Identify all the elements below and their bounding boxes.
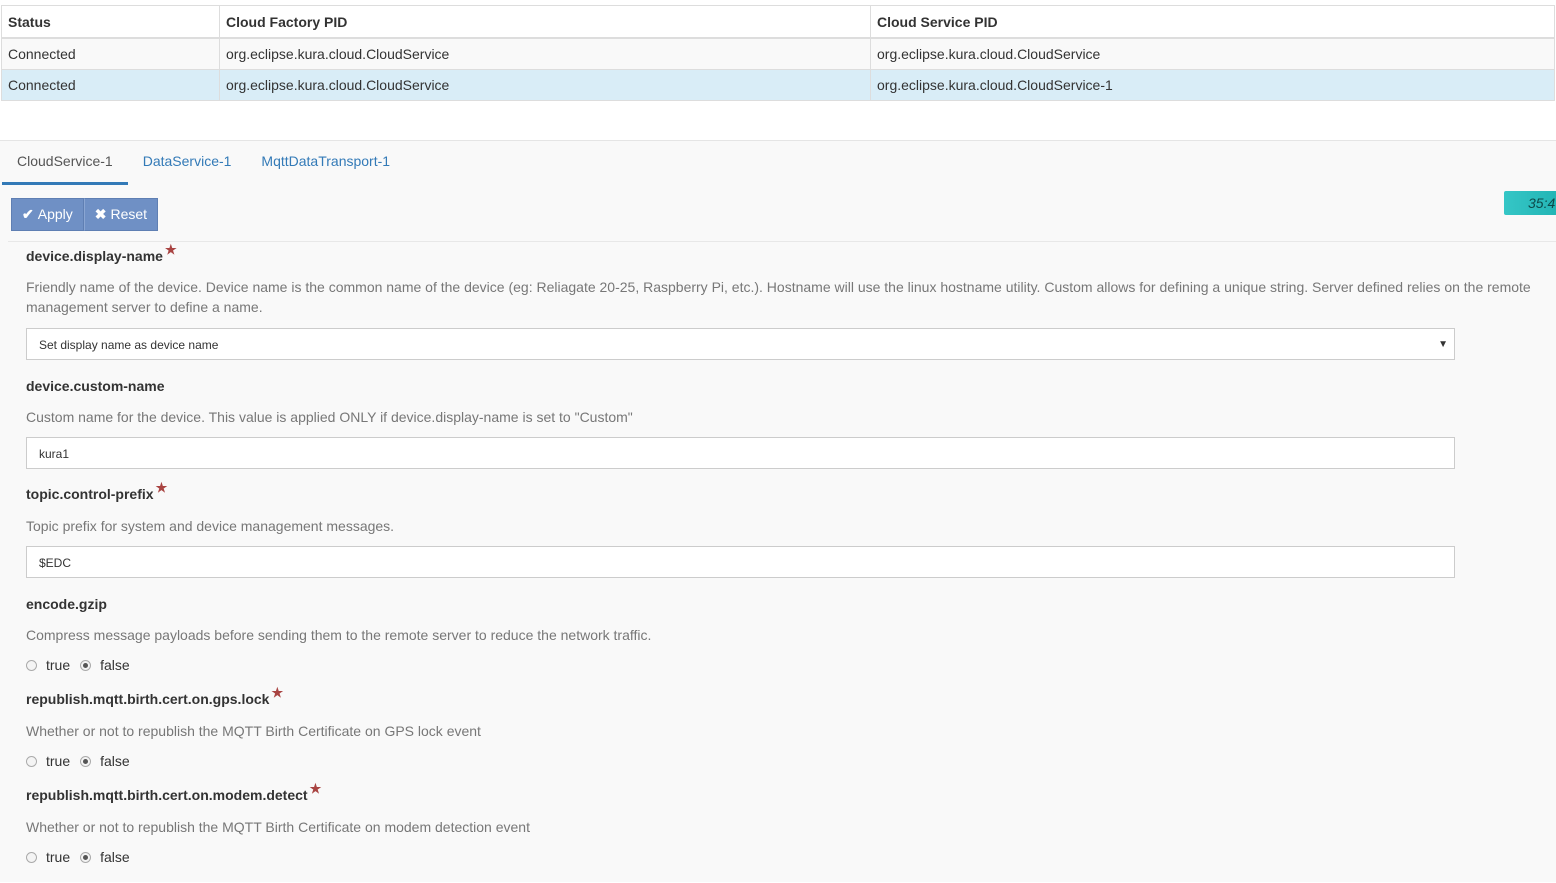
gzip-radio-group: true false	[26, 655, 140, 675]
cell-factory-pid: org.eclipse.kura.cloud.CloudService	[219, 37, 871, 70]
field-label-gps-lock: republish.mqtt.birth.cert.on.gps.lock ★	[26, 685, 283, 708]
radio-label-true: true	[46, 753, 71, 769]
modem-detect-radio-false[interactable]	[80, 851, 92, 863]
required-star-icon: ★	[271, 685, 284, 700]
field-desc-modem-detect: Whether or not to republish the MQTT Bir…	[26, 819, 530, 835]
column-header-service-pid: Cloud Service PID	[870, 5, 1555, 39]
cell-status: Connected	[1, 69, 220, 101]
modem-detect-radio-group: true false	[26, 847, 140, 867]
apply-button[interactable]: ✔ Apply	[11, 198, 84, 231]
reset-button[interactable]: ✖ Reset	[83, 198, 159, 231]
cloud-services-table: Status Cloud Factory PID Cloud Service P…	[1, 5, 1555, 101]
required-star-icon: ★	[164, 242, 177, 257]
gps-lock-radio-group: true false	[26, 751, 140, 771]
radio-label-true: true	[46, 657, 71, 673]
toolbar: ✔ Apply ✖ Reset	[11, 198, 159, 231]
display-name-select[interactable]: Set display name as device name ▼	[26, 328, 1455, 360]
control-prefix-input[interactable]: $EDC	[26, 546, 1455, 578]
dropdown-arrow-icon: ▼	[1438, 339, 1448, 350]
gps-lock-radio-true[interactable]	[26, 755, 37, 767]
table-header-row: Status Cloud Factory PID Cloud Service P…	[1, 5, 1555, 39]
gzip-radio-true[interactable]	[26, 659, 37, 671]
label-text: topic.control-prefix	[26, 486, 154, 502]
radio-label-true: true	[46, 849, 71, 865]
tab-cloudservice[interactable]: CloudService-1	[2, 141, 128, 185]
gps-lock-radio-false[interactable]	[80, 755, 92, 767]
column-header-factory-pid: Cloud Factory PID	[219, 5, 871, 39]
required-star-icon: ★	[155, 480, 168, 495]
radio-label-false: false	[100, 849, 130, 865]
field-label-display-name: device.display-name ★	[26, 242, 177, 265]
reset-label: Reset	[110, 206, 148, 222]
required-star-icon: ★	[309, 781, 322, 796]
config-tabs: CloudService-1 DataService-1 MqttDataTra…	[2, 141, 405, 185]
select-value: Set display name as device name	[39, 338, 219, 352]
label-text: republish.mqtt.birth.cert.on.modem.detec…	[26, 787, 308, 803]
field-label-custom-name: device.custom-name	[26, 378, 165, 394]
field-desc-custom-name: Custom name for the device. This value i…	[26, 409, 633, 425]
tab-mqtt-data-transport[interactable]: MqttDataTransport-1	[246, 141, 405, 182]
apply-label: Apply	[37, 206, 73, 222]
cell-status: Connected	[1, 37, 220, 70]
field-desc-gzip: Compress message payloads before sending…	[26, 627, 652, 643]
session-timer: 35:4	[1504, 191, 1556, 215]
radio-label-false: false	[100, 657, 130, 673]
tab-dataservice[interactable]: DataService-1	[128, 141, 247, 182]
gzip-radio-false[interactable]	[80, 659, 92, 671]
table-row-selected[interactable]: Connected org.eclipse.kura.cloud.CloudSe…	[1, 69, 1555, 101]
label-text: republish.mqtt.birth.cert.on.gps.lock	[26, 691, 270, 707]
field-label-modem-detect: republish.mqtt.birth.cert.on.modem.detec…	[26, 781, 321, 804]
field-label-control-prefix: topic.control-prefix ★	[26, 480, 167, 503]
custom-name-input[interactable]: kura1	[26, 437, 1455, 469]
column-header-status: Status	[1, 5, 220, 39]
modem-detect-radio-true[interactable]	[26, 851, 37, 863]
field-desc-display-name: Friendly name of the device. Device name…	[26, 279, 1531, 315]
x-icon: ✖	[94, 206, 107, 222]
field-desc-control-prefix: Topic prefix for system and device manag…	[26, 518, 395, 534]
config-form: device.display-name ★ Friendly name of th…	[8, 241, 1556, 883]
radio-label-false: false	[100, 753, 130, 769]
cell-factory-pid: org.eclipse.kura.cloud.CloudService	[219, 69, 871, 101]
table-row[interactable]: Connected org.eclipse.kura.cloud.CloudSe…	[1, 37, 1555, 70]
label-text: device.display-name	[26, 248, 163, 264]
config-panel: CloudService-1 DataService-1 MqttDataTra…	[0, 140, 1556, 882]
cell-service-pid: org.eclipse.kura.cloud.CloudService	[870, 37, 1555, 70]
field-label-gzip: encode.gzip	[26, 596, 107, 612]
check-icon: ✔	[22, 206, 34, 222]
cell-service-pid: org.eclipse.kura.cloud.CloudService-1	[870, 69, 1555, 101]
field-desc-gps-lock: Whether or not to republish the MQTT Bir…	[26, 723, 481, 739]
